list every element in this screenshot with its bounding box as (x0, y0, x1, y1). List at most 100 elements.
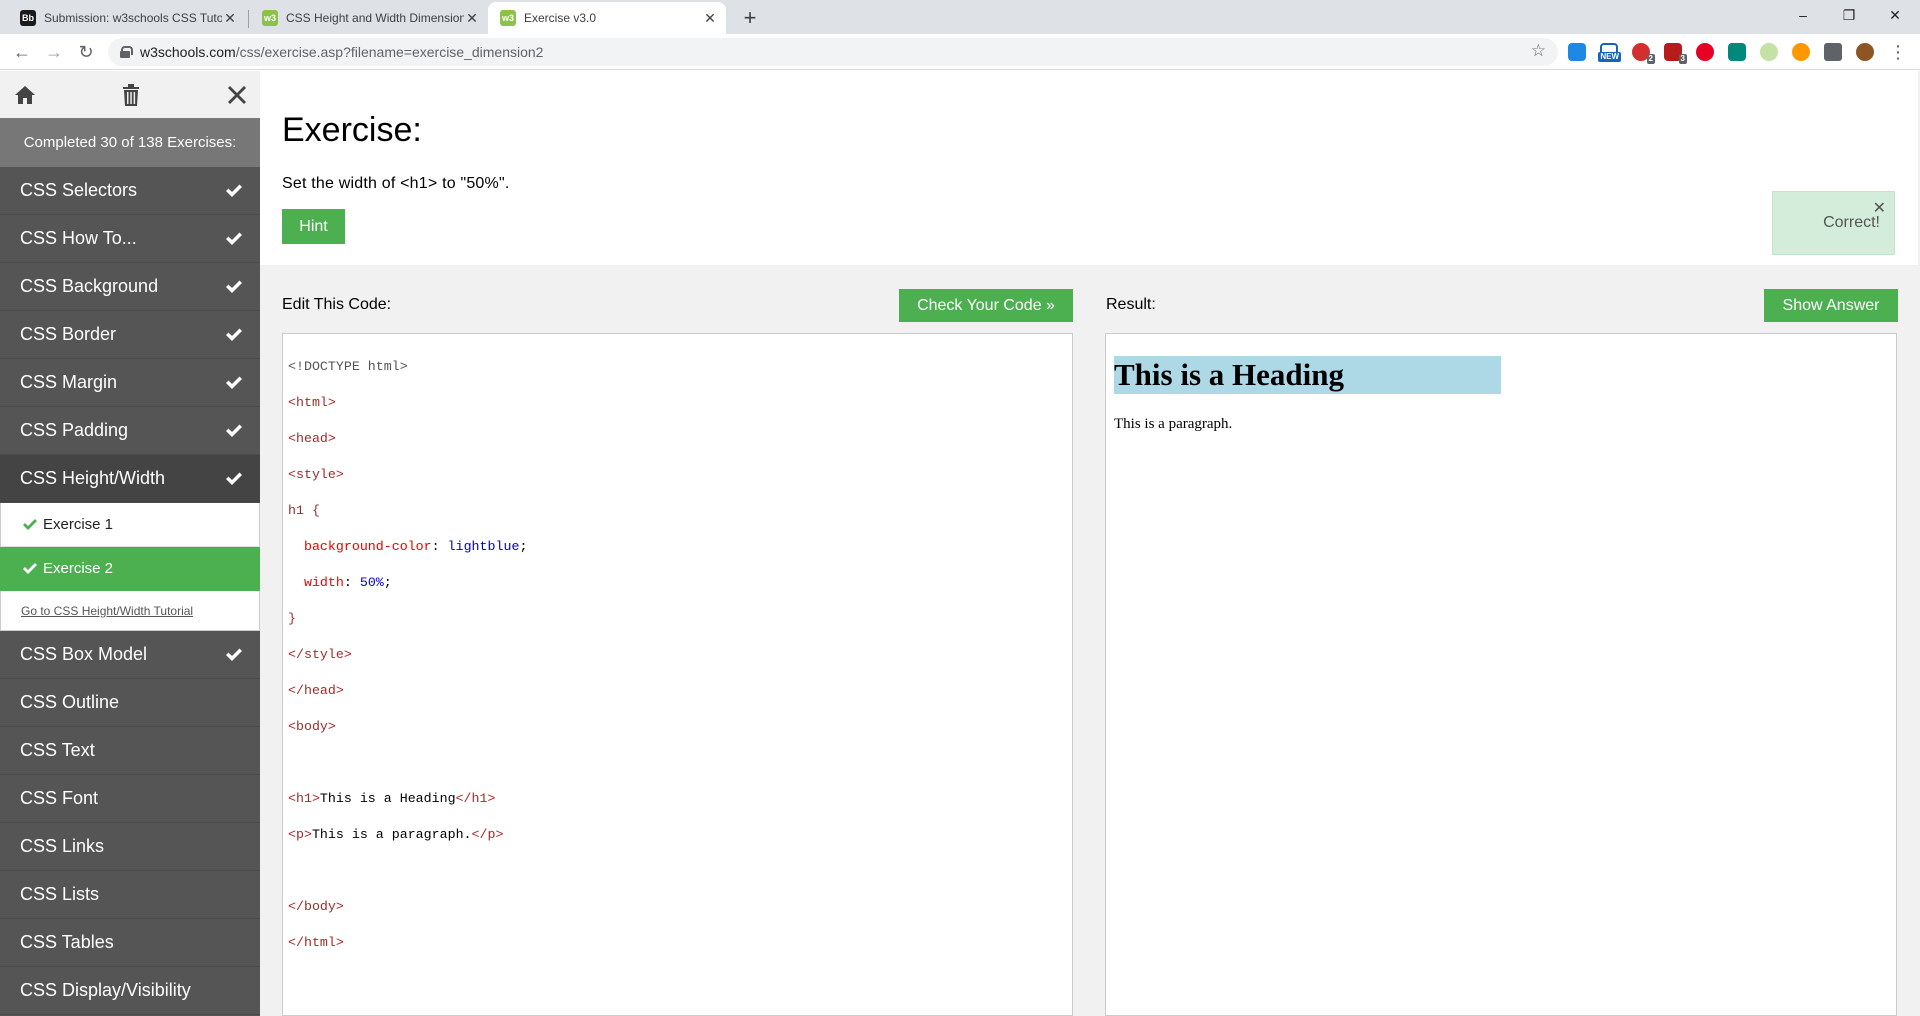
new-tab-icon[interactable]: + (736, 4, 764, 32)
sidebar-tools (0, 71, 260, 118)
url-host: w3schools.com (140, 44, 236, 60)
tab-divider (248, 10, 249, 28)
check-icon (23, 518, 37, 531)
task-panel: Exercise: Set the width of <h1> to "50%"… (260, 71, 1918, 265)
extension-grey-icon[interactable] (1760, 43, 1778, 61)
close-icon[interactable] (224, 82, 250, 108)
w3schools-favicon-icon: w3 (500, 10, 516, 26)
category-item[interactable]: CSS Selectors (0, 167, 260, 215)
category-item[interactable]: CSS How To... (0, 215, 260, 263)
category-item[interactable]: CSS Lists (0, 871, 260, 919)
check-icon (226, 184, 242, 198)
category-item[interactable]: CSS Tables (0, 919, 260, 967)
category-list-top: CSS Selectors CSS How To... CSS Background… (0, 167, 260, 503)
back-arrow-icon[interactable]: ← (8, 38, 36, 66)
code-line: <html> (288, 395, 336, 410)
category-item[interactable]: CSS Height/Width (0, 455, 260, 503)
category-item[interactable]: CSS Box Model (0, 631, 260, 679)
home-icon[interactable] (12, 82, 38, 108)
code-line: <body> (288, 719, 336, 734)
close-tab-icon[interactable]: ✕ (464, 10, 480, 27)
check-icon (226, 424, 242, 438)
extension-arrow-icon[interactable] (1568, 43, 1586, 61)
bookmark-star-icon[interactable]: ☆ (1531, 41, 1546, 61)
code-line: </head> (288, 683, 344, 698)
profile-avatar[interactable] (1856, 43, 1874, 61)
extension-new-icon[interactable]: NEW (1598, 43, 1621, 62)
category-item[interactable]: CSS Font (0, 775, 260, 823)
lock-icon[interactable] (120, 46, 133, 58)
browser-tab-3-active[interactable]: w3 Exercise v3.0 ✕ (488, 2, 726, 34)
check-icon (226, 280, 242, 294)
restore-icon[interactable]: ❐ (1826, 0, 1872, 34)
code-line: background-color: lightblue; (303, 539, 528, 554)
category-item[interactable]: CSS Outline (0, 679, 260, 727)
exercise-item-2[interactable]: Exercise 2 (0, 547, 260, 591)
result-paragraph: This is a paragraph. (1114, 416, 1233, 432)
category-label: CSS Selectors (20, 180, 138, 200)
category-label: CSS Font (20, 788, 99, 808)
close-tab-icon[interactable]: ✕ (702, 10, 718, 27)
tutorial-link-row: Go to CSS Height/Width Tutorial (0, 591, 260, 631)
category-item[interactable]: CSS Border (0, 311, 260, 359)
editor-label: Edit This Code: (282, 296, 392, 313)
close-window-icon[interactable]: ✕ (1872, 0, 1918, 34)
correct-alert: Correct! ✕ (1772, 191, 1895, 255)
category-item[interactable]: CSS Margin (0, 359, 260, 407)
category-item[interactable]: CSS Text (0, 727, 260, 775)
tab-title: Submission: w3schools CSS Tutor (44, 11, 222, 25)
browser-tab-2[interactable]: w3 CSS Height and Width Dimension ✕ (250, 2, 488, 34)
code-line: </html> (288, 935, 344, 950)
pinterest-icon[interactable] (1696, 43, 1714, 61)
address-bar[interactable]: w3schools.com/css/exercise.asp?filename=… (108, 38, 1558, 66)
reload-icon[interactable]: ↻ (72, 38, 100, 66)
code-line: width: 50%; (303, 575, 392, 590)
trash-icon[interactable] (118, 82, 144, 108)
code-editor[interactable]: <!DOCTYPE html> <html> <head> <style> h1… (282, 333, 1073, 1016)
extension-ublock-icon[interactable]: 3 (1664, 43, 1687, 64)
extension-adblock-icon[interactable]: 2 (1632, 43, 1655, 64)
result-label: Result: (1106, 296, 1156, 313)
progress-label: Completed 30 of 138 Exercises: (0, 118, 260, 167)
browser-toolbar: ← → ↻ w3schools.com/css/exercise.asp?fil… (0, 34, 1920, 70)
category-label: CSS Links (20, 836, 105, 856)
exercise-question: Set the width of <h1> to "50%". (282, 175, 510, 192)
show-answer-button[interactable]: Show Answer (1764, 289, 1898, 322)
result-frame: This is a Heading This is a paragraph. (1105, 333, 1897, 1016)
category-label: CSS Outline (20, 692, 120, 712)
check-code-button[interactable]: Check Your Code » (899, 289, 1073, 322)
w3schools-favicon-icon: w3 (262, 10, 278, 26)
category-label: CSS Padding (20, 420, 129, 440)
forward-arrow-icon[interactable]: → (40, 38, 68, 66)
check-icon (226, 648, 242, 662)
tutorial-link[interactable]: Go to CSS Height/Width Tutorial (21, 604, 193, 618)
check-icon (226, 376, 242, 390)
check-icon (226, 328, 242, 342)
check-icon (226, 472, 242, 486)
check-icon (226, 232, 242, 246)
tab-title: Exercise v3.0 (524, 11, 597, 25)
code-line: <p>This is a paragraph.</p> (288, 827, 504, 842)
minimize-icon[interactable]: – (1780, 0, 1826, 34)
extensions-puzzle-icon[interactable] (1824, 43, 1842, 61)
browser-menu-icon[interactable]: ⋮ (1884, 38, 1912, 66)
browser-tab-1[interactable]: Bb Submission: w3schools CSS Tutor ✕ (8, 2, 246, 34)
category-label: CSS Height/Width (20, 468, 166, 488)
close-alert-icon[interactable]: ✕ (1873, 198, 1886, 218)
category-item[interactable]: CSS Display/Visibility (0, 967, 260, 1015)
hint-button[interactable]: Hint (282, 209, 345, 244)
category-list-bottom: CSS Box Model CSS Outline CSS Text CSS Font… (0, 631, 260, 1015)
category-item[interactable]: CSS Background (0, 263, 260, 311)
code-line: } (288, 611, 296, 626)
exercise-label: Exercise 1 (43, 516, 114, 533)
code-line: <h1>This is a Heading</h1> (288, 791, 496, 806)
browser-tab-bar: Bb Submission: w3schools CSS Tutor ✕ w3 … (0, 0, 1920, 34)
category-item[interactable]: CSS Links (0, 823, 260, 871)
close-tab-icon[interactable]: ✕ (222, 10, 238, 27)
category-label: CSS Tables (20, 932, 114, 952)
exercise-item-1[interactable]: Exercise 1 (0, 503, 260, 547)
extension-honey-icon[interactable] (1792, 43, 1810, 61)
extension-calendar-icon[interactable] (1728, 43, 1746, 61)
category-item[interactable]: CSS Padding (0, 407, 260, 455)
